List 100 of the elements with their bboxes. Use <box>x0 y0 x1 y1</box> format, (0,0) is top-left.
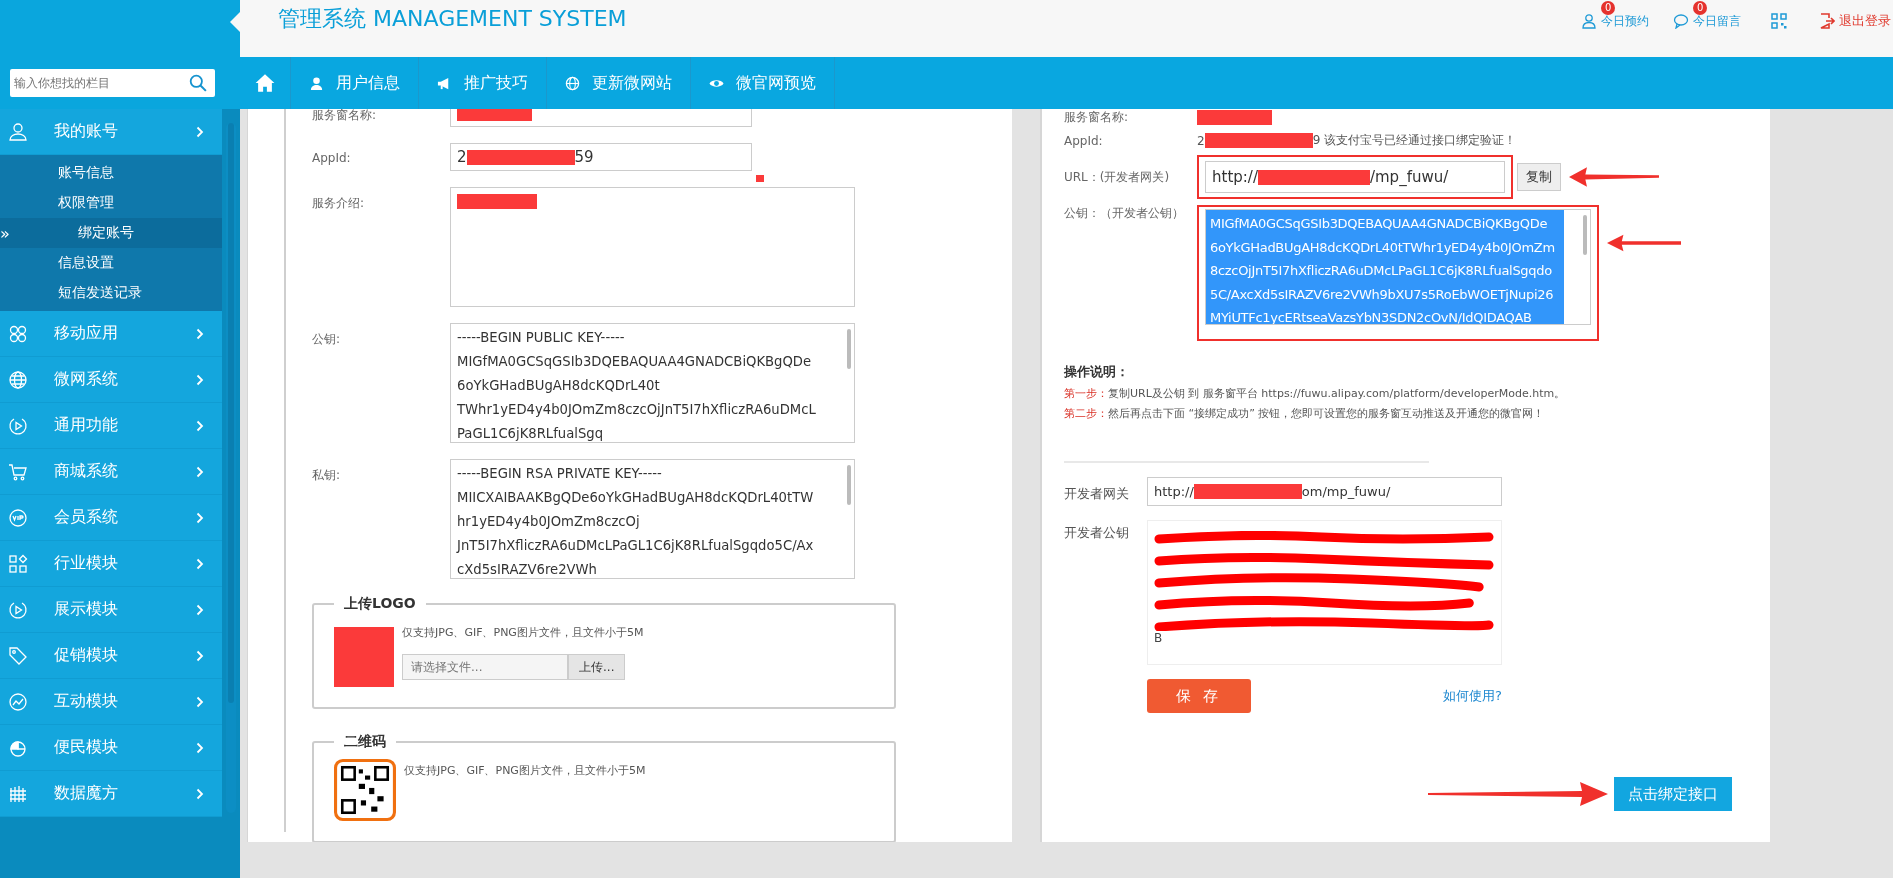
submenu-item[interactable]: 信息设置 <box>0 248 222 278</box>
chevron-right-icon <box>196 603 204 616</box>
chevron-right-icon <box>196 373 204 386</box>
sidebar-item[interactable]: 数据魔方 <box>0 771 222 817</box>
search-field[interactable]: 输入你想找的栏目 <box>10 69 215 97</box>
globe-icon <box>8 369 28 390</box>
redaction-mark <box>756 175 764 182</box>
field-value: http:// <box>1154 484 1194 499</box>
logo-redaction-block <box>334 627 394 687</box>
sidebar-item[interactable]: 展示模块 <box>0 587 222 633</box>
field-label: 服务窗名称: <box>1064 109 1130 126</box>
field-label: AppId: <box>312 150 352 165</box>
scrollbar[interactable] <box>847 465 851 505</box>
globe-icon <box>565 75 580 91</box>
copy-button[interactable]: 复制 <box>1517 163 1561 191</box>
field-label: 开发者网关 <box>1064 484 1130 503</box>
clover-icon <box>8 323 28 344</box>
field-label: 公钥: <box>312 331 342 348</box>
user-icon <box>1581 13 1597 29</box>
chat-bubble-icon <box>1673 13 1689 29</box>
chevron-right-icon <box>196 557 204 570</box>
user-icon <box>8 121 28 142</box>
chevron-right-icon <box>196 695 204 708</box>
sidebar-item[interactable]: 便民模块 <box>0 725 222 771</box>
field-label: 公钥：（开发者公钥） <box>1064 205 1185 222</box>
qr-code-icon[interactable] <box>1771 13 1787 29</box>
chevron-right-icon <box>196 327 204 340</box>
chevron-right-icon <box>196 125 204 138</box>
chevron-right-icon <box>196 419 204 432</box>
intro-textarea[interactable] <box>450 187 855 307</box>
sidebar-item[interactable]: 移动应用 <box>0 311 222 357</box>
submenu-item[interactable]: 短信发送记录 <box>0 278 222 308</box>
exit-door-icon <box>1819 13 1835 29</box>
home-icon <box>255 73 275 93</box>
sidebar-item[interactable]: 微网系统 <box>0 357 222 403</box>
field-label: URL：(开发者网关) <box>1064 168 1171 186</box>
header-action-link[interactable]: 今日预约 <box>1581 12 1649 30</box>
sidebar-item[interactable]: 促销模块 <box>0 633 222 679</box>
submenu-item[interactable]: 权限管理 <box>0 188 222 218</box>
field-value: http:// <box>1212 168 1258 186</box>
chevron-right-icon <box>196 511 204 524</box>
save-button[interactable]: 保 存 <box>1147 679 1251 713</box>
verification-note: 9 该支付宝号已经通过接口绑定验证！ <box>1312 132 1517 149</box>
upload-hint: 仅支持JPG、GIF、PNG图片文件，且文件小于5M <box>402 625 644 640</box>
field-value: 2 <box>1197 133 1205 148</box>
field-label: 服务介绍: <box>312 195 366 212</box>
vip-icon <box>8 507 28 528</box>
sidebar-item[interactable]: 商城系统 <box>0 449 222 495</box>
public-key-textarea[interactable]: MIGfMA0GCSqGSIb3DQEBAQUAA4GNADCBiQKBgQDe 6oYkGHadBUgAH8dcKQDrL40tTWhr1yED4y4b0JOmZm 8czcOjJnT5I7hXfliczRA6uDMcLPaGL1C6jK8RLfualSgqdo 5C/AxcXd5sIRAZV6re2VWh9bXU7s5RoEbWOETjNupi26 MYiUTFc1ycERtseaVazsYbN3SDN2cOvN/IdQIDAQAB <box>1205 209 1591 325</box>
field-value: 59 <box>574 148 594 166</box>
scrollbar[interactable] <box>1583 215 1587 255</box>
sidebar-item[interactable]: 通用功能 <box>0 403 222 449</box>
appid-field[interactable]: 2 59 <box>450 143 752 171</box>
file-input[interactable]: 请选择文件... <box>402 654 568 680</box>
field-value: /mp_fuwu/ <box>1369 168 1449 186</box>
submenu-item[interactable]: » 绑定账号 <box>0 218 222 248</box>
sidebar-item[interactable]: 会员系统 <box>0 495 222 541</box>
chevron-right-icon <box>196 465 204 478</box>
cart-icon <box>8 461 28 482</box>
sidebar-item[interactable]: 行业模块 <box>0 541 222 587</box>
tag-icon <box>8 645 28 666</box>
scrollbar[interactable] <box>847 329 851 369</box>
key-textarea[interactable]: -----BEGIN PUBLIC KEY----- MIGfMA0GCSqGSIb3DQEBAQUAA4GNADCBiQKBgQDe 6oYkGHadBUgAH8dcKQDrL40t TWhr1yED4y4b0JOmZm8czcOjJnT5I7hXfliczRA6uDMcL PaGL1C6jK8RLfualSgq <box>450 323 855 443</box>
qr-code-icon <box>334 759 396 821</box>
submenu-item[interactable]: 账号信息 <box>0 158 222 188</box>
field-label: AppId: <box>1064 133 1104 148</box>
search-icon[interactable] <box>189 74 207 92</box>
instruction-step: 第一步：复制URL及公钥 到 服务窗平台 https://fuwu.alipay.com/platform/developerMode.htm。 <box>1064 386 1770 401</box>
app-title: 管理系统 MANAGEMENT SYSTEM <box>278 5 627 33</box>
chevron-right-icon <box>196 649 204 662</box>
upload-hint: 仅支持JPG、GIF、PNG图片文件，且文件小于5M <box>404 763 646 778</box>
field-label: 服务窗名称: <box>312 109 378 124</box>
field-value: 2 <box>457 148 467 166</box>
count-badge: 0 <box>1693 0 1708 15</box>
bind-button[interactable]: 点击绑定接口 <box>1614 777 1732 811</box>
trend-icon <box>8 691 28 712</box>
grid-icon <box>8 783 28 804</box>
chevron-right-icon <box>196 741 204 754</box>
user-icon <box>309 75 324 91</box>
header-action-link[interactable]: 今日留言 <box>1673 12 1741 30</box>
section-title: 二维码 <box>343 733 387 751</box>
field-value: om/mp_fuwu/ <box>1301 484 1391 499</box>
count-badge: 0 <box>1601 0 1616 15</box>
upload-button[interactable]: 上传... <box>568 654 626 680</box>
sidebar-item[interactable]: 互动模块 <box>0 679 222 725</box>
url-field[interactable]: http:// /mp_fuwu/ <box>1205 161 1505 193</box>
sidebar-item[interactable]: 我的账号 <box>0 109 222 155</box>
instructions-title: 操作说明： <box>1064 363 1130 381</box>
chevron-right-icon <box>196 787 204 800</box>
instruction-step: 第二步：然后再点击下面 “接绑定成功” 按钮，您即可设置您的服务窗互动推送及开通您的微官网！ <box>1064 406 1770 421</box>
logout-link[interactable]: 退出登录 <box>1819 12 1891 30</box>
gateway-field[interactable]: http:// om/mp_fuwu/ <box>1147 477 1502 506</box>
field-label: 私钥: <box>312 467 342 484</box>
section-title: 上传LOGO <box>343 595 417 613</box>
key-textarea[interactable]: -----BEGIN RSA PRIVATE KEY----- MIICXAIBAAKBgQDe6oYkGHadBUgAH8dcKQDrL40tTW hr1yED4y4b0JOmZm8czcOj JnT5I7hXfliczRA6uDMcLPaGL1C6jK8RLfualSgqdo5C/Ax cXd5sIRAZV6re2VWh <box>450 459 855 579</box>
blocks-icon <box>8 553 28 574</box>
key-text: B <box>1154 631 1164 645</box>
help-link[interactable]: 如何使用? <box>1443 687 1502 705</box>
field-label: 开发者公钥 <box>1064 524 1130 542</box>
current-marker: » <box>0 223 10 243</box>
